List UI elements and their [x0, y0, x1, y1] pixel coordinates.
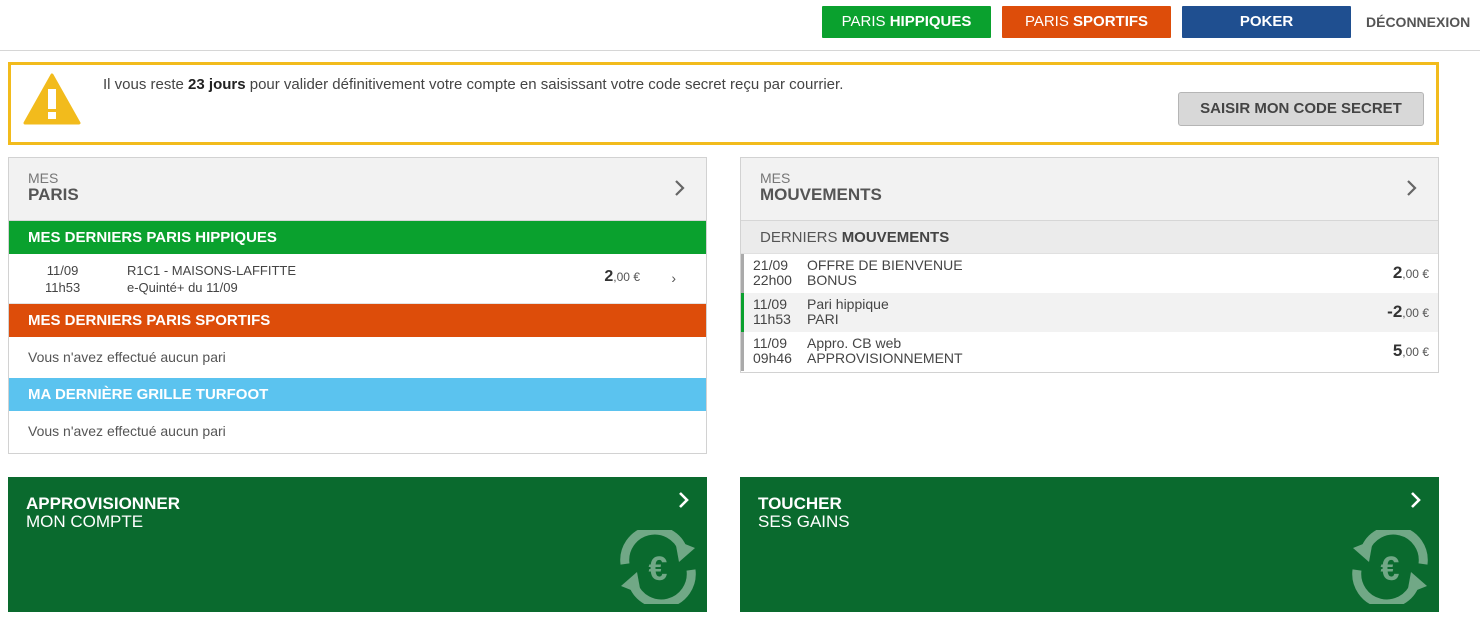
poker-button[interactable]: POKER	[1182, 6, 1351, 38]
last-transactions-light: DERNIERS	[760, 229, 842, 246]
warning-icon	[23, 73, 81, 125]
my-bets-header-small: MES	[28, 170, 59, 186]
paris-sportifs-button[interactable]: PARIS SPORTIFS	[1002, 6, 1171, 38]
paris-hippiques-prefix: PARIS	[841, 13, 890, 30]
transaction-row: 21/09 22h00 OFFRE DE BIENVENUE BONUS 2,0…	[741, 254, 1438, 293]
withdraw-tile-subtitle: SES GAINS	[758, 512, 850, 531]
transaction-label: OFFRE DE BIENVENUE	[807, 257, 963, 273]
enter-secret-code-button[interactable]: SAISIR MON CODE SECRET	[1178, 92, 1424, 126]
transaction-amount-dec: ,00 €	[1402, 345, 1429, 359]
bet-amount: 2,00 €	[604, 268, 640, 286]
last-transactions-title: DERNIERS MOUVEMENTS	[741, 221, 1438, 254]
chevron-right-icon	[1407, 180, 1417, 196]
transaction-datetime: 21/09 22h00	[753, 258, 792, 288]
sportifs-section-title: MES DERNIERS PARIS SPORTIFS	[9, 304, 706, 337]
transaction-time: 22h00	[753, 272, 792, 288]
top-navigation: PARIS HIPPIQUES PARIS SPORTIFS POKER DÉC…	[0, 0, 1480, 51]
transaction-amount: 2,00 €	[1393, 263, 1429, 283]
transaction-type: BONUS	[807, 272, 857, 288]
my-bets-panel: MES PARIS MES DERNIERS PARIS HIPPIQUES 1…	[8, 157, 707, 454]
transaction-time: 09h46	[753, 350, 792, 366]
chevron-right-icon	[675, 180, 685, 196]
paris-sportifs-strong: SPORTIFS	[1073, 13, 1149, 30]
my-transactions-header-title: MOUVEMENTS	[760, 185, 882, 204]
transaction-amount-int: 2	[1392, 263, 1403, 282]
my-bets-header-title: PARIS	[28, 185, 79, 204]
euro-exchange-icon: €	[620, 530, 696, 604]
hippiques-section-title: MES DERNIERS PARIS HIPPIQUES	[9, 221, 706, 254]
alert-message: Il vous reste 23 jours pour valider défi…	[103, 76, 843, 93]
alert-text-before: Il vous reste	[103, 76, 189, 93]
transaction-time: 11h53	[753, 311, 791, 327]
my-transactions-panel: MES MOUVEMENTS DERNIERS MOUVEMENTS 21/09…	[740, 157, 1439, 373]
transaction-type: PARI	[807, 311, 839, 327]
validation-alert: Il vous reste 23 jours pour valider défi…	[8, 62, 1439, 145]
sportifs-empty-message: Vous n'avez effectué aucun pari	[28, 349, 226, 365]
last-transactions-strong: MOUVEMENTS	[841, 229, 950, 246]
transaction-date: 21/09	[753, 257, 789, 273]
svg-text:€: €	[649, 550, 668, 588]
alert-days: 23 jours	[188, 76, 246, 93]
bet-date: 11/09	[46, 263, 79, 278]
transaction-date: 11/09	[753, 335, 787, 351]
chevron-right-icon: ›	[671, 270, 676, 286]
transaction-amount: -2,00 €	[1387, 302, 1429, 322]
transaction-amount-dec: ,00 €	[1402, 267, 1429, 281]
bet-description: R1C1 - MAISONS-LAFFITTE e-Quinté+ du 11/…	[127, 262, 296, 296]
deposit-tile[interactable]: APPROVISIONNER MON COMPTE €	[8, 477, 707, 612]
turfoot-section-title: MA DERNIÈRE GRILLE TURFOOT	[9, 378, 706, 411]
bet-race: R1C1 - MAISONS-LAFFITTE	[127, 263, 297, 278]
transaction-amount: 5,00 €	[1393, 341, 1429, 361]
transaction-description: Appro. CB web APPROVISIONNEMENT	[807, 336, 963, 366]
svg-text:€: €	[1381, 550, 1400, 588]
bet-time: 11h53	[45, 280, 81, 295]
deposit-tile-subtitle: MON COMPTE	[26, 512, 144, 531]
bet-row[interactable]: 11/09 11h53 R1C1 - MAISONS-LAFFITTE e-Qu…	[9, 254, 706, 304]
paris-hippiques-strong: HIPPIQUES	[889, 13, 972, 30]
chevron-right-icon	[1411, 492, 1421, 508]
transaction-date: 11/09	[753, 296, 787, 312]
transaction-type: APPROVISIONNEMENT	[807, 350, 963, 366]
chevron-right-icon	[679, 492, 689, 508]
transaction-description: Pari hippique PARI	[807, 297, 889, 327]
my-bets-header[interactable]: MES PARIS	[9, 158, 706, 221]
transaction-datetime: 11/09 11h53	[753, 297, 791, 327]
deposit-tile-title: APPROVISIONNER	[26, 494, 180, 513]
bet-type: e-Quinté+ du 11/09	[127, 280, 238, 295]
transaction-label: Appro. CB web	[807, 335, 902, 351]
logout-link[interactable]: DÉCONNEXION	[1366, 14, 1470, 30]
paris-hippiques-button[interactable]: PARIS HIPPIQUES	[822, 6, 991, 38]
transaction-description: OFFRE DE BIENVENUE BONUS	[807, 258, 963, 288]
bet-datetime: 11/09 11h53	[45, 262, 80, 296]
withdraw-tile-title: TOUCHER	[758, 494, 842, 513]
paris-sportifs-prefix: PARIS	[1024, 13, 1074, 30]
transaction-amount-int: 5	[1392, 341, 1403, 360]
transaction-label: Pari hippique	[807, 296, 889, 312]
my-transactions-header-small: MES	[760, 170, 791, 186]
turfoot-empty-message: Vous n'avez effectué aucun pari	[28, 423, 226, 439]
withdraw-tile[interactable]: TOUCHER SES GAINS €	[740, 477, 1439, 612]
euro-exchange-icon: €	[1352, 530, 1428, 604]
alert-text-after: pour valider définitivement votre compte…	[245, 76, 844, 93]
my-transactions-header[interactable]: MES MOUVEMENTS	[741, 158, 1438, 221]
transaction-row: 11/09 09h46 Appro. CB web APPROVISIONNEM…	[741, 332, 1438, 371]
bet-amount-dec: ,00 €	[613, 270, 640, 284]
transaction-row: 11/09 11h53 Pari hippique PARI -2,00 €	[741, 293, 1438, 332]
bet-amount-int: 2	[604, 268, 614, 285]
transaction-amount-dec: ,00 €	[1402, 306, 1429, 320]
transaction-datetime: 11/09 09h46	[753, 336, 792, 366]
transaction-amount-int: -2	[1387, 302, 1403, 321]
